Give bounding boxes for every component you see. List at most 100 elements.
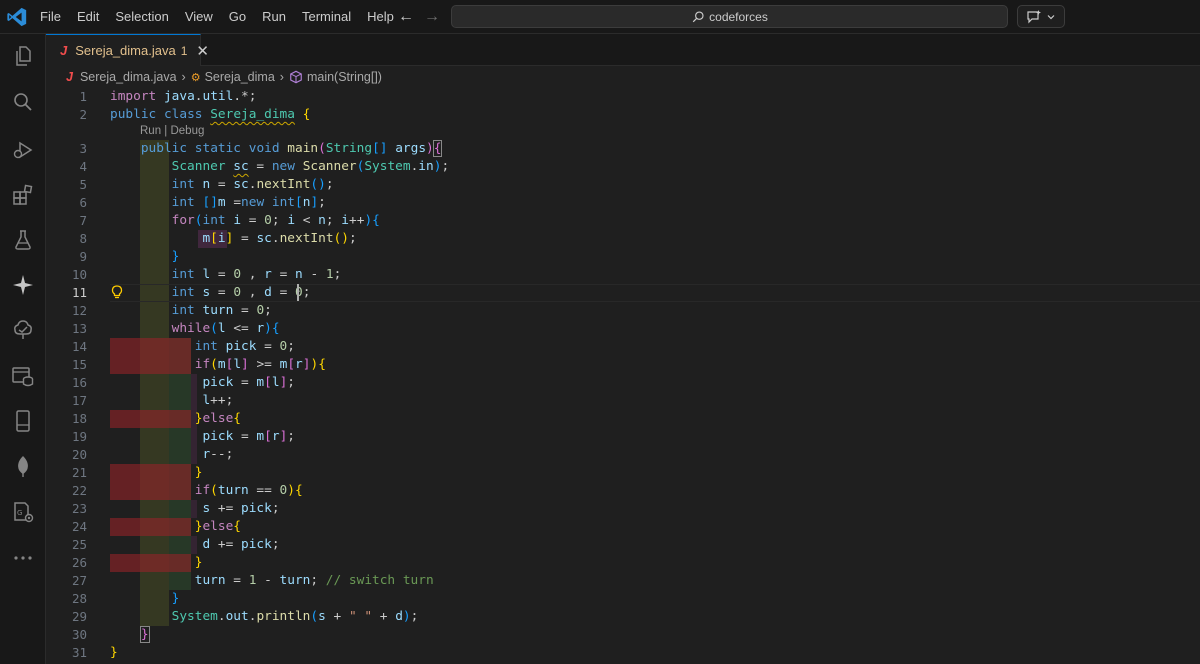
line-number: 30: [71, 627, 87, 642]
menu-selection[interactable]: Selection: [107, 0, 176, 34]
code-line: turn = 1 - turn; // switch turn: [194, 573, 434, 588]
breadcrumb-file[interactable]: Sereja_dima.java: [80, 70, 177, 84]
line-number: 8: [79, 231, 87, 246]
forward-arrow-icon[interactable]: →: [422, 7, 442, 27]
line-number: 31: [71, 645, 87, 660]
code-line: }: [194, 555, 203, 570]
code-line: public static void main(String[] args){: [140, 140, 443, 157]
database-icon[interactable]: [11, 364, 35, 388]
code-line: }: [139, 626, 150, 643]
testing-icon[interactable]: [11, 228, 35, 252]
line-number: 9: [79, 249, 87, 264]
copilot-icon[interactable]: [11, 273, 35, 297]
chevron-right-icon: ›: [279, 70, 284, 84]
line-number: 2: [79, 107, 87, 122]
close-icon[interactable]: ✕: [196, 42, 209, 60]
line-number: 18: [71, 411, 87, 426]
code-line: m[i] = sc.nextInt();: [202, 231, 357, 246]
command-center-search[interactable]: codeforces: [451, 5, 1008, 28]
code-line: int pick = 0;: [194, 339, 295, 354]
activity-bar: G: [0, 34, 46, 664]
line-number: 5: [79, 177, 87, 192]
chevron-down-icon: [1047, 14, 1055, 19]
line-number: 4: [79, 159, 87, 174]
line-number-active: 11: [71, 285, 87, 300]
code-line: d += pick;: [202, 537, 280, 552]
code-line: }: [110, 645, 118, 660]
command-center-text: codeforces: [709, 9, 768, 24]
search-icon[interactable]: [11, 90, 35, 114]
menu-file[interactable]: File: [32, 0, 69, 34]
line-number: 23: [71, 501, 87, 516]
mongodb-icon[interactable]: [11, 454, 35, 478]
line-number-gutter: 1 2 3 4 5 6 7 8 9 10 11 12 13 14 15 16 1…: [46, 88, 110, 664]
line-number: 22: [71, 483, 87, 498]
sql-icon[interactable]: G: [11, 500, 35, 524]
code-area[interactable]: Run | Debug import java.util.*; public c…: [110, 88, 1200, 664]
code-line: while(l <= r){: [171, 321, 280, 336]
code-line: for(int i = 0; i < n; i++){: [171, 213, 380, 228]
explorer-icon[interactable]: [11, 44, 35, 68]
code-line: int l = 0 , r = n - 1;: [171, 267, 342, 282]
line-number: 1: [79, 89, 87, 104]
problems-badge: 1: [180, 43, 188, 58]
code-line: import java.util.*;: [110, 89, 257, 104]
extensions-icon[interactable]: [11, 183, 35, 207]
editor-tabs: J Sereja_dima.java 1 ✕: [46, 34, 1200, 66]
code-line: }else{: [194, 411, 242, 426]
menu-terminal[interactable]: Terminal: [294, 0, 359, 34]
code-line: }: [171, 249, 180, 264]
code-line: pick = m[r];: [202, 429, 295, 444]
code-line: int []m =new int[n];: [171, 195, 326, 210]
line-number: 14: [71, 339, 87, 354]
line-number: 15: [71, 357, 87, 372]
more-icon[interactable]: [11, 546, 35, 570]
chat-sparkle-icon: [1027, 9, 1041, 23]
phone-icon[interactable]: [11, 409, 35, 433]
line-number: 27: [71, 573, 87, 588]
line-number: 19: [71, 429, 87, 444]
line-number: 3: [79, 141, 87, 156]
java-file-icon: J: [60, 43, 68, 58]
java-file-icon: J: [66, 70, 73, 84]
line-number: 26: [71, 555, 87, 570]
menu-run[interactable]: Run: [254, 0, 294, 34]
line-number: 28: [71, 591, 87, 606]
codelens-run-debug[interactable]: Run | Debug: [140, 122, 204, 140]
line-number: 24: [71, 519, 87, 534]
line-number: 21: [71, 465, 87, 480]
tab-label: Sereja_dima.java: [75, 43, 176, 58]
vscode-logo-icon: [6, 6, 28, 28]
code-line: int s = 0 , d = 0;: [171, 285, 311, 300]
line-number: 13: [71, 321, 87, 336]
code-line: }else{: [194, 519, 242, 534]
tab-sereja-dima-java[interactable]: J Sereja_dima.java 1 ✕: [46, 34, 209, 66]
code-line: }: [171, 591, 180, 606]
menu-bar: File Edit Selection View Go Run Terminal…: [32, 0, 402, 34]
code-line: s += pick;: [202, 501, 280, 516]
line-number: 10: [71, 267, 87, 282]
menu-view[interactable]: View: [177, 0, 221, 34]
line-number: 20: [71, 447, 87, 462]
class-icon: ⚙: [190, 71, 201, 84]
line-number: 16: [71, 375, 87, 390]
code-editor[interactable]: 1 2 3 4 5 6 7 8 9 10 11 12 13 14 15 16 1…: [46, 88, 1200, 664]
method-icon: [290, 70, 302, 84]
menu-go[interactable]: Go: [221, 0, 254, 34]
back-arrow-icon[interactable]: ←: [396, 7, 416, 27]
run-debug-icon[interactable]: [11, 138, 35, 162]
copilot-chat-button[interactable]: [1017, 5, 1065, 28]
breadcrumb-method[interactable]: main(String[]): [307, 70, 382, 84]
menu-edit[interactable]: Edit: [69, 0, 107, 34]
line-number: 29: [71, 609, 87, 624]
svg-text:G: G: [17, 509, 22, 517]
code-line: System.out.println(s + " " + d);: [171, 609, 419, 624]
line-number: 7: [79, 213, 87, 228]
line-number: 12: [71, 303, 87, 318]
code-line: if(turn == 0){: [194, 483, 303, 498]
search-icon: [692, 10, 704, 22]
code-line: int turn = 0;: [171, 303, 272, 318]
remote-explorer-icon[interactable]: [11, 318, 35, 342]
breadcrumb-class[interactable]: Sereja_dima: [205, 70, 275, 84]
code-line: pick = m[l];: [202, 375, 295, 390]
